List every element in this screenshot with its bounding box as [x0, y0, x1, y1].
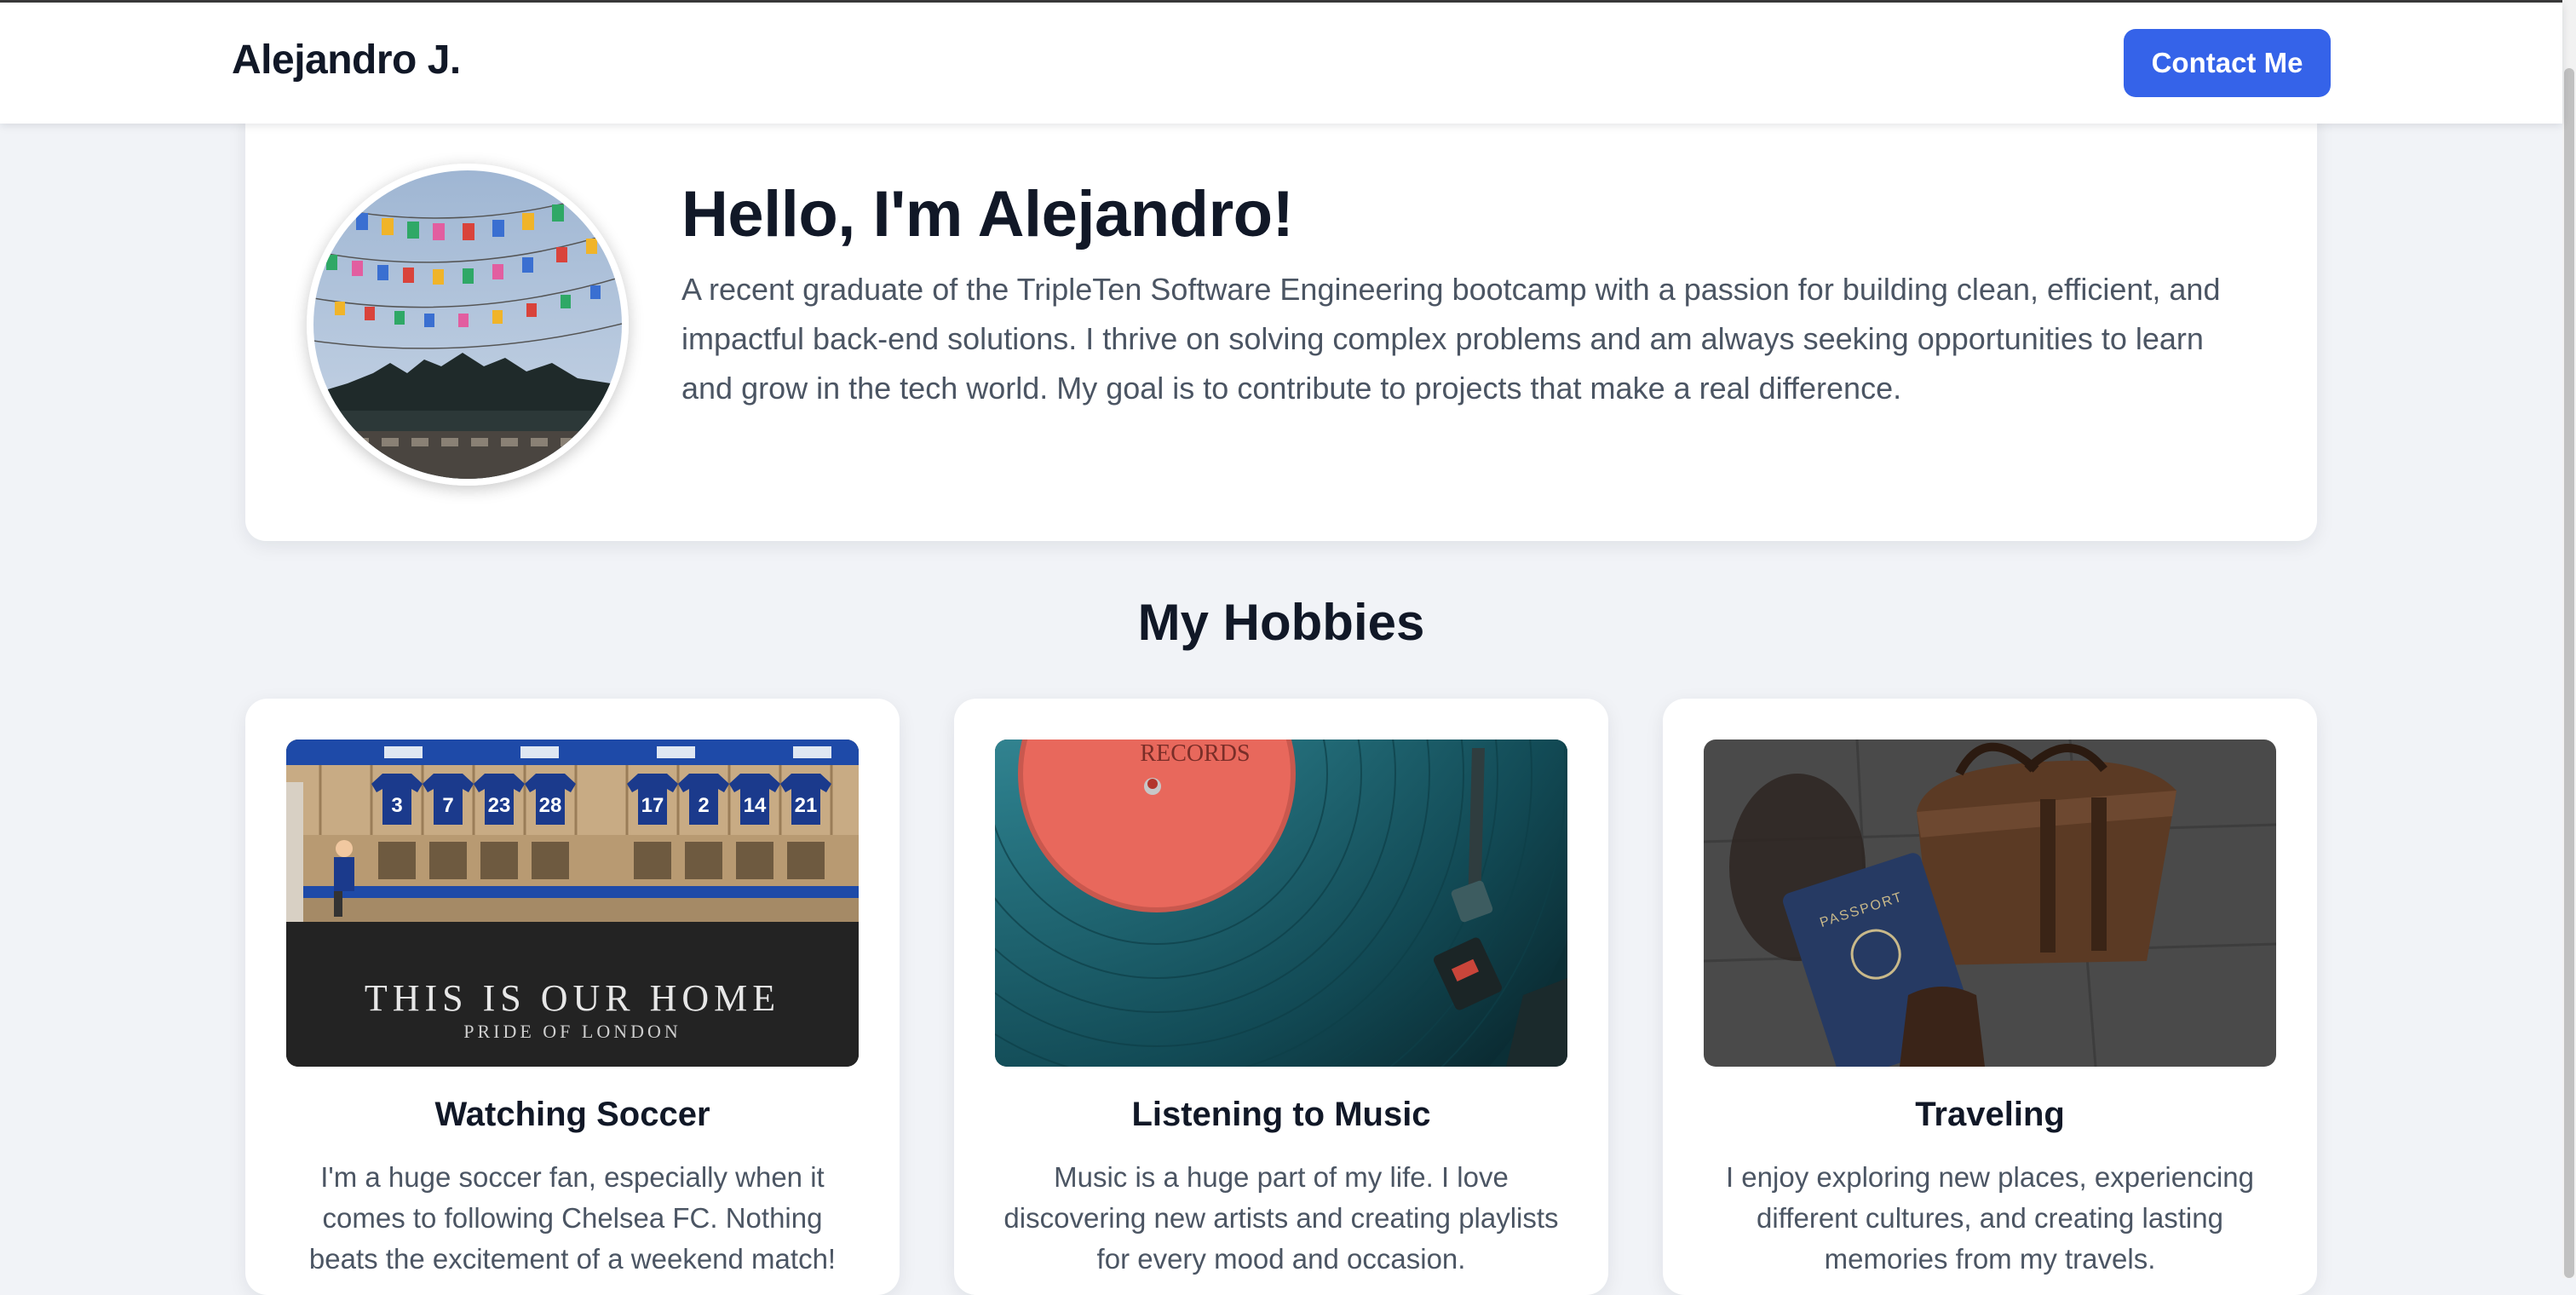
- hobby-title-soccer: Watching Soccer: [434, 1096, 710, 1133]
- site-header: Alejandro J. Contact Me: [0, 3, 2562, 124]
- hobby-title-music: Listening to Music: [1131, 1096, 1431, 1133]
- intro-greeting: Hello, I'm Alejandro!: [681, 178, 1294, 250]
- intro-bio: A recent graduate of the TripleTen Softw…: [681, 272, 2221, 406]
- brand-name[interactable]: Alejandro J.: [232, 37, 461, 83]
- hobby-title-traveling: Traveling: [1915, 1096, 2065, 1133]
- svg-text:THIS IS OUR HOME: THIS IS OUR HOME: [365, 977, 780, 1019]
- svg-text:RECORDS: RECORDS: [1140, 740, 1250, 767]
- svg-text:7: 7: [442, 794, 453, 817]
- luggage-passport-photo-icon: PASSPORT: [1704, 740, 2276, 1067]
- contact-me-button[interactable]: Contact Me: [2124, 29, 2331, 97]
- svg-text:21: 21: [795, 794, 818, 817]
- svg-text:14: 14: [744, 794, 767, 817]
- hobby-image-soccer: 3 7 23 28 17 2 14 21 THIS IS OUR HOME PR…: [286, 740, 859, 1067]
- hobby-description-traveling: I enjoy exploring new places, experienci…: [1725, 1161, 2255, 1275]
- hobby-card-traveling: PASSPORT Traveling I enjoy exploring new…: [1663, 699, 2317, 1295]
- svg-text:PRIDE OF LONDON: PRIDE OF LONDON: [463, 1021, 681, 1042]
- svg-text:23: 23: [488, 794, 511, 817]
- locker-room-photo-icon: 3 7 23 28 17 2 14 21 THIS IS OUR HOME PR…: [286, 740, 859, 1067]
- vinyl-record-photo-icon: RECORDS: [995, 740, 1567, 1067]
- hobbies-section-title: My Hobbies: [1137, 594, 1425, 651]
- scrollbar-thumb[interactable]: [2564, 68, 2574, 1278]
- svg-text:2: 2: [698, 794, 709, 817]
- profile-photo-icon: [313, 170, 622, 479]
- svg-text:3: 3: [391, 794, 402, 817]
- hobby-image-music: RECORDS: [995, 740, 1567, 1067]
- hobby-description-soccer: I'm a huge soccer fan, especially when i…: [308, 1161, 837, 1275]
- hobby-card-music: RECORDS Listening to Music Music is a hu…: [954, 699, 1608, 1295]
- avatar: [307, 164, 629, 486]
- svg-text:17: 17: [641, 794, 664, 817]
- hobby-description-music: Music is a huge part of my life. I love …: [1003, 1161, 1559, 1275]
- hobby-card-soccer: 3 7 23 28 17 2 14 21 THIS IS OUR HOME PR…: [245, 699, 900, 1295]
- intro-card: Hello, I'm Alejandro! A recent graduate …: [245, 85, 2317, 541]
- svg-text:28: 28: [539, 794, 562, 817]
- hobby-image-traveling: PASSPORT: [1704, 740, 2276, 1067]
